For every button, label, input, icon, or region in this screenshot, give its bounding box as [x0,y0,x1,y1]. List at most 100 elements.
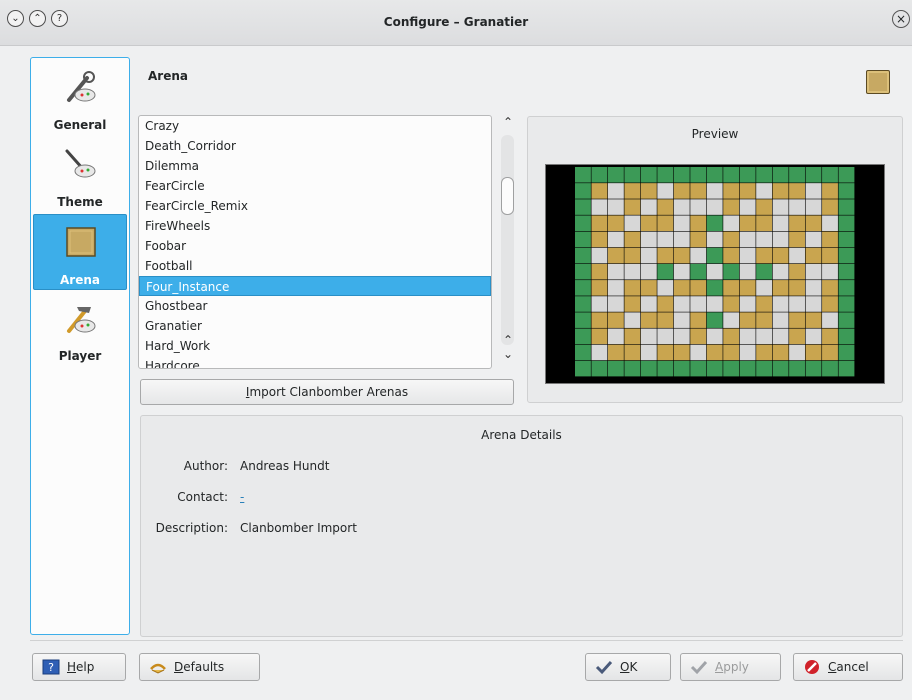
arena-tile [706,231,723,248]
list-item-selected[interactable]: Four_Instance [139,276,491,296]
arena-tile [838,215,855,232]
arena-tile [789,183,805,199]
arena-tile [723,231,740,248]
arena-tile [690,263,707,280]
arena-tile [657,280,674,296]
arena-tile [657,344,674,361]
arena-tile [575,231,591,248]
arena-tile [756,280,773,296]
arena-tile [575,215,591,232]
list-item[interactable]: Crazy [139,116,491,136]
sidebar-item-theme[interactable]: Theme [33,137,127,213]
arena-tile [789,215,805,232]
list-item[interactable]: Foobar [139,236,491,256]
help-button[interactable]: ? Help [32,653,126,681]
arena-tile [723,344,740,361]
list-scrollbar[interactable]: ⌃ ⌃ ⌄ [496,115,520,369]
arena-tile [640,215,657,232]
list-item[interactable]: Death_Corridor [139,136,491,156]
scroll-up-icon[interactable]: ⌃ [500,333,516,347]
arena-tile [772,247,789,264]
arena-tile [575,344,591,361]
arena-tile [624,344,641,361]
arena-tile [838,183,855,199]
arena-tile [624,360,641,377]
arena-preview-grid [575,167,855,377]
arena-tile [739,231,756,248]
arena-tile [673,360,690,377]
player-icon [67,307,96,333]
close-icon[interactable]: × [892,10,910,28]
scroll-up-icon[interactable]: ⌃ [500,115,516,129]
list-item[interactable]: Football [139,256,491,276]
arena-tile [822,167,838,183]
arena-list[interactable]: Crazy Death_Corridor Dilemma FearCircle … [138,115,492,369]
arena-tile [624,328,641,345]
list-item[interactable]: FearCircle [139,176,491,196]
scroll-thumb[interactable] [501,177,514,215]
arena-tile [772,296,789,312]
arena-tile [805,183,822,199]
arena-tile [739,280,756,296]
arena-tile [640,360,657,377]
arena-tile [591,280,608,296]
arena-tile [805,296,822,312]
arena-preview-image [545,164,885,384]
scroll-down-icon[interactable]: ⌄ [500,347,516,361]
arena-tile [723,280,740,296]
arena-tile [657,231,674,248]
arena-tile [591,328,608,345]
arena-tile [789,328,805,345]
list-item[interactable]: Granatier [139,316,491,336]
import-clanbomber-arenas-button[interactable]: Import Clanbomber Arenas [140,379,514,405]
arena-tile [673,328,690,345]
arena-tile [706,360,723,377]
arena-tile [838,344,855,361]
list-item[interactable]: FearCircle_Remix [139,196,491,216]
arena-tile [706,312,723,328]
scroll-track[interactable] [501,135,514,345]
arena-tile [756,344,773,361]
arena-tile [657,199,674,215]
list-item[interactable]: Hardcore [139,356,491,368]
arena-tile [822,296,838,312]
arena-tile [591,296,608,312]
sidebar-item-general[interactable]: General [33,60,127,136]
sidebar-item-label: Theme [57,195,103,209]
arena-tile [756,215,773,232]
arena-tile [723,247,740,264]
defaults-button[interactable]: Defaults [139,653,260,681]
list-item[interactable]: FireWheels [139,216,491,236]
arena-tile [624,247,641,264]
arena-tile [657,215,674,232]
list-item[interactable]: Hard_Work [139,336,491,356]
arena-tile [640,247,657,264]
arena-tile [575,167,591,183]
contact-link[interactable]: - [240,490,244,504]
page-title: Arena [148,69,188,83]
arena-tile [607,199,624,215]
arena-tile [607,296,624,312]
arena-tile [789,247,805,264]
ok-button[interactable]: OK [585,653,671,681]
svg-text:?: ? [48,661,54,674]
list-item[interactable]: Dilemma [139,156,491,176]
sidebar-item-arena[interactable]: Arena [33,214,127,290]
arena-tile [772,199,789,215]
arena-tile [706,199,723,215]
cancel-icon [805,660,819,674]
arena-tile [706,280,723,296]
arena-tile [805,231,822,248]
cancel-button[interactable]: Cancel [793,653,903,681]
arena-tile [607,183,624,199]
arena-tile [673,296,690,312]
list-item[interactable]: Ghostbear [139,296,491,316]
arena-tile [789,167,805,183]
sidebar-item-player[interactable]: Player [33,291,127,367]
apply-button[interactable]: Apply [680,653,781,681]
arena-tile [838,280,855,296]
arena-tile [690,247,707,264]
arena-tile [822,328,838,345]
arena-tile [822,199,838,215]
arena-tile [575,183,591,199]
